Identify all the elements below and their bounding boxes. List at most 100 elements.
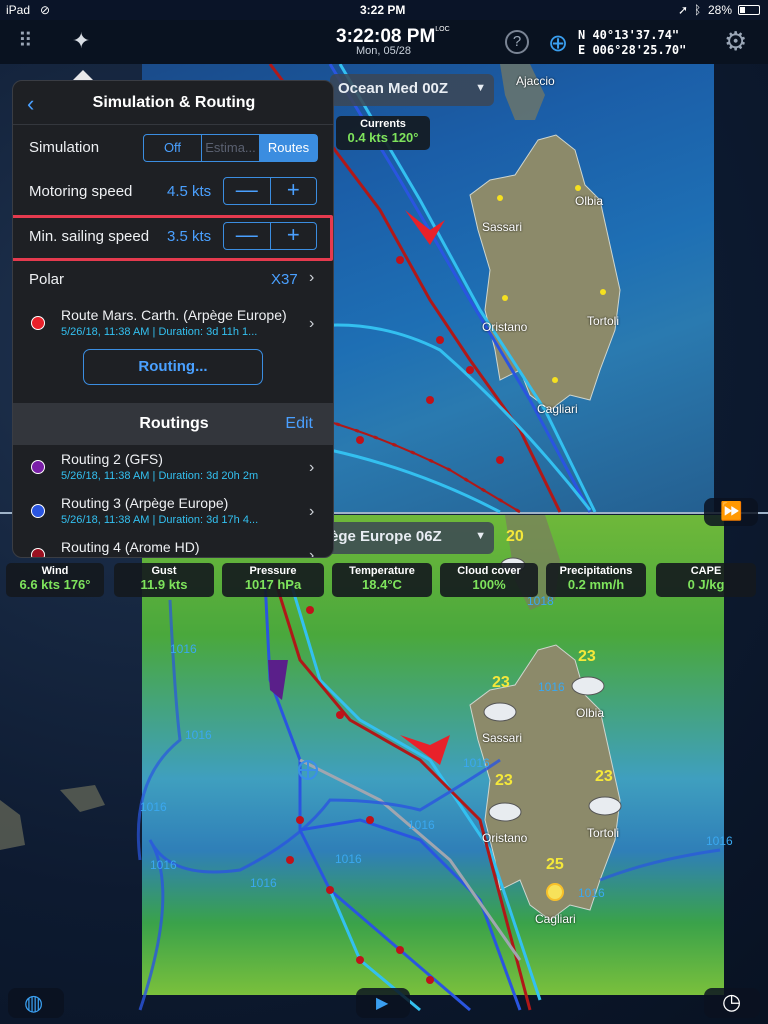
motoring-speed-label: Motoring speed	[29, 183, 133, 200]
pressure-chip[interactable]: Pressure 1017 hPa	[222, 563, 324, 597]
route-name: Route Mars. Carth. (Arpège Europe)	[61, 307, 287, 323]
routing-row[interactable]: Routing 2 (GFS) 5/26/18, 11:38 AM | Dura…	[13, 447, 333, 491]
routings-edit-button[interactable]: Edit	[285, 415, 313, 433]
temperature-label: 23	[492, 674, 510, 691]
temperature-label: 25	[546, 856, 564, 873]
polar-value: X37	[271, 271, 298, 288]
segment-routes[interactable]: Routes	[260, 135, 317, 161]
chevron-right-icon: ›	[309, 315, 315, 332]
clock-date: Mon, 05/28	[356, 45, 412, 57]
simulation-segmented-control: Off Estima... Routes	[143, 134, 318, 162]
globe-icon: ◍	[24, 990, 44, 1015]
place-label: Ajaccio	[516, 74, 555, 88]
decrement-button[interactable]: —	[224, 178, 271, 204]
wind-chip[interactable]: Wind 6.6 kts 176°	[6, 563, 104, 597]
precipitations-chip[interactable]: Precipitations 0.2 mm/h	[546, 563, 646, 597]
panel-title: Simulation & Routing	[92, 94, 256, 111]
routing-row[interactable]: Routing 3 (Arpège Europe) 5/26/18, 11:38…	[13, 491, 333, 535]
link-icon: ⊘	[40, 3, 51, 17]
segment-off[interactable]: Off	[144, 135, 202, 161]
clock-button[interactable]: ◷	[704, 988, 760, 1018]
chevron-right-icon: ›	[309, 269, 315, 286]
routing-name: Routing 3 (Arpège Europe)	[61, 495, 229, 511]
grid-menu-icon[interactable]: ⠿	[18, 28, 33, 53]
routing-color-dot	[31, 548, 45, 557]
temperature-label: 20	[506, 528, 524, 545]
motoring-speed-value: 4.5 kts	[167, 183, 212, 200]
place-label: Olbia	[576, 706, 605, 720]
route-row[interactable]: Route Mars. Carth. (Arpège Europe) 5/26/…	[13, 303, 333, 347]
status-bar: iPad ⊘ 3:22 PM ➚ ᛒ 28%	[0, 0, 768, 20]
isobar-label: 1016	[150, 858, 177, 872]
globe-button[interactable]: ◍	[8, 988, 64, 1018]
isobar-label: 1016	[463, 756, 490, 770]
sun-icon	[546, 883, 564, 901]
isobar-label: 1016	[140, 800, 167, 814]
decrement-button[interactable]: —	[224, 223, 271, 249]
cape-chip[interactable]: CAPE 0 J/kg	[656, 563, 756, 597]
isobar-label: 1016	[335, 852, 362, 866]
isobar-label: 1016	[706, 834, 733, 848]
place-label: Tortoli	[587, 826, 620, 840]
clock-icon: ◷	[722, 989, 742, 1014]
place-label: Cagliari	[537, 402, 578, 416]
simulation-routing-panel: ‹ Simulation & Routing Simulation Off Es…	[12, 80, 334, 558]
place-label: Sassari	[482, 731, 523, 745]
fast-forward-button[interactable]: ⏩	[704, 498, 758, 526]
play-button[interactable]: ▶	[356, 988, 410, 1018]
place-label: Cagliari	[535, 912, 576, 926]
isobar-label: 1016	[250, 876, 277, 890]
route-color-dot	[31, 316, 45, 330]
fast-forward-icon: ⏩	[720, 501, 743, 521]
isobar-label: 1016	[578, 886, 605, 900]
temperature-label: 23	[578, 648, 596, 665]
polar-label: Polar	[29, 271, 65, 288]
chevron-right-icon: ›	[309, 503, 315, 520]
help-icon[interactable]: ?	[505, 30, 529, 54]
routing-button[interactable]: Routing...	[83, 349, 263, 385]
battery-percent: 28%	[708, 3, 733, 17]
caret-down-icon: ▼	[475, 530, 486, 542]
location-arrow-icon: ➚	[678, 3, 689, 17]
polar-row[interactable]: Polar X37 ›	[13, 259, 333, 299]
isobar-label: 1016	[170, 642, 197, 656]
bluetooth-icon: ᛒ	[694, 3, 702, 17]
device-name: iPad	[6, 3, 31, 17]
isobar-label: 1016	[538, 680, 565, 694]
position-target-icon[interactable]: ⊕	[548, 29, 568, 58]
chevron-right-icon: ›	[309, 547, 315, 558]
increment-button[interactable]: +	[271, 223, 317, 249]
latitude-readout: N 40°13'37.74"	[578, 28, 680, 42]
routing-row[interactable]: Routing 4 (Arome HD) ›	[13, 535, 333, 558]
longitude-readout: E 006°28'25.70"	[578, 43, 687, 57]
compass-star-icon[interactable]: ✦	[72, 28, 90, 54]
boat-marker-bottom	[400, 735, 450, 765]
play-icon: ▶	[376, 995, 389, 1012]
simulation-label: Simulation	[29, 139, 100, 156]
isobar-label: 1016	[408, 818, 435, 832]
balearic-islands	[0, 785, 105, 850]
model-selector-bottom[interactable]: ège Europe 06Z ▼	[322, 522, 494, 554]
temperature-label: 23	[595, 768, 613, 785]
temperature-chip[interactable]: Temperature 18.4°C	[332, 563, 432, 597]
cloud-cover-chip[interactable]: Cloud cover 100%	[440, 563, 538, 597]
min-sailing-speed-value: 3.5 kts	[167, 228, 212, 245]
isobar-label: 1016	[185, 728, 212, 742]
routing-color-dot	[31, 460, 45, 474]
status-time: 3:22 PM	[360, 3, 406, 17]
route-meta: 5/26/18, 11:38 AM | Duration: 3d 11h 1..…	[61, 326, 258, 338]
currents-chip[interactable]: Currents 0.4 kts 120°	[336, 116, 430, 150]
boat-marker-top	[405, 210, 445, 245]
gear-icon[interactable]: ⚙	[724, 26, 747, 57]
model-selector-top[interactable]: Ocean Med 00Z ▼	[330, 74, 494, 106]
corsica-top	[500, 64, 545, 120]
panel-header: ‹ Simulation & Routing	[13, 81, 333, 125]
place-label: Sassari	[482, 220, 523, 234]
routing-meta: 5/26/18, 11:38 AM | Duration: 3d 17h 4..…	[61, 514, 259, 526]
routing-name: Routing 2 (GFS)	[61, 451, 163, 467]
gust-chip[interactable]: Gust 11.9 kts	[114, 563, 214, 597]
routing-color-dot	[31, 504, 45, 518]
segment-estimation[interactable]: Estima...	[202, 135, 260, 161]
place-label: Olbia	[575, 194, 604, 208]
increment-button[interactable]: +	[271, 178, 317, 204]
